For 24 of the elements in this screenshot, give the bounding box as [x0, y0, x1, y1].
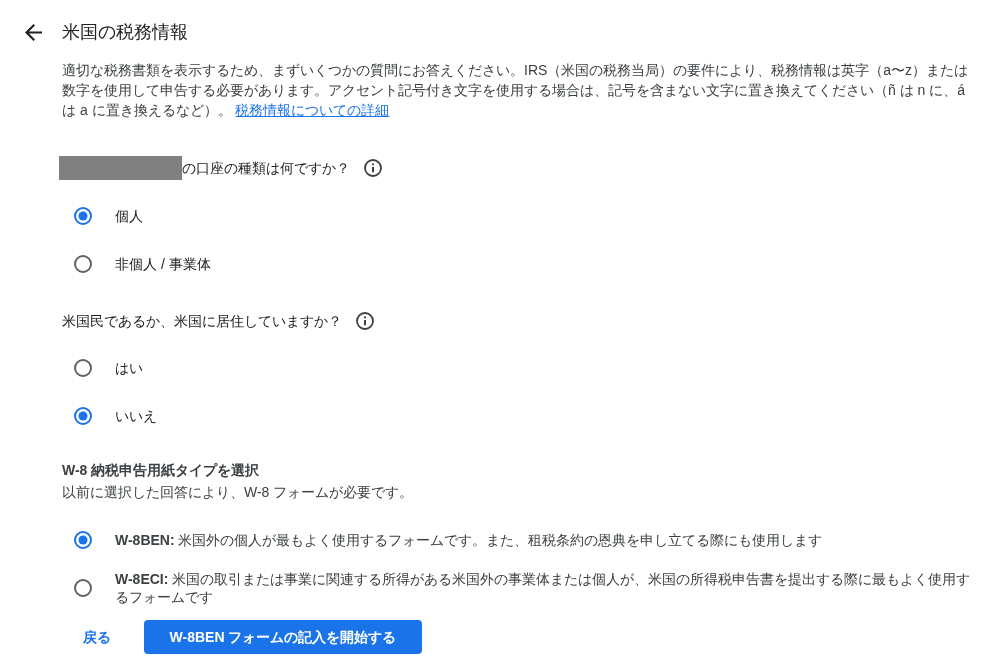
question-text: の口座の種類は何ですか？ [182, 158, 350, 178]
radio-button[interactable] [74, 359, 92, 377]
intro-paragraph: 適切な税務書類を表示するため、まずいくつかの質問にお答えください。IRS（米国の税務当局）の要件により、税務情報は英字（a〜z）または数字を使用して申告する必要があります。アクセント記号付き文字を使用する場合は、記号を含まない文字に置き換えてください（ñ は n に、á は a に置き換えるなど）。 税務情報についての詳細 [62, 61, 970, 120]
radio-button[interactable] [74, 407, 92, 425]
page-title: 米国の税務情報 [62, 20, 188, 44]
radio-button[interactable] [74, 207, 92, 225]
option-label[interactable]: いいえ [115, 405, 157, 427]
option-label[interactable]: 非個人 / 事業体 [115, 253, 211, 275]
back-arrow-icon[interactable] [25, 23, 42, 41]
info-icon[interactable] [364, 159, 382, 177]
option-label[interactable]: 個人 [115, 205, 143, 227]
details-link[interactable]: 税務情報についての詳細 [235, 102, 390, 118]
section-title: W-8 納税申告用紙タイプを選択 [62, 461, 261, 480]
form-option-description[interactable]: W-8ECI: 米国の取引または事業に関連する所得がある米国外の事業体または個人が、米国の所得税申告書を提出する際に最もよく使用するフォームです [115, 570, 977, 606]
info-icon[interactable] [356, 312, 374, 330]
option-label[interactable]: はい [115, 357, 143, 379]
radio-button[interactable] [74, 579, 92, 597]
radio-button[interactable] [74, 531, 92, 549]
back-button[interactable]: 戻る [70, 620, 124, 654]
question-text: 米国民であるか、米国に居住していますか？ [62, 311, 342, 331]
section-subtitle: 以前に選択した回答により、W-8 フォームが必要です。 [62, 483, 415, 502]
start-form-button[interactable]: W-8BEN フォームの記入を開始する [144, 620, 422, 654]
radio-button[interactable] [74, 255, 92, 273]
form-option-description[interactable]: W-8BEN: 米国外の個人が最もよく使用するフォームです。また、租税条約の恩典を申し立てる際にも使用します [115, 531, 977, 549]
